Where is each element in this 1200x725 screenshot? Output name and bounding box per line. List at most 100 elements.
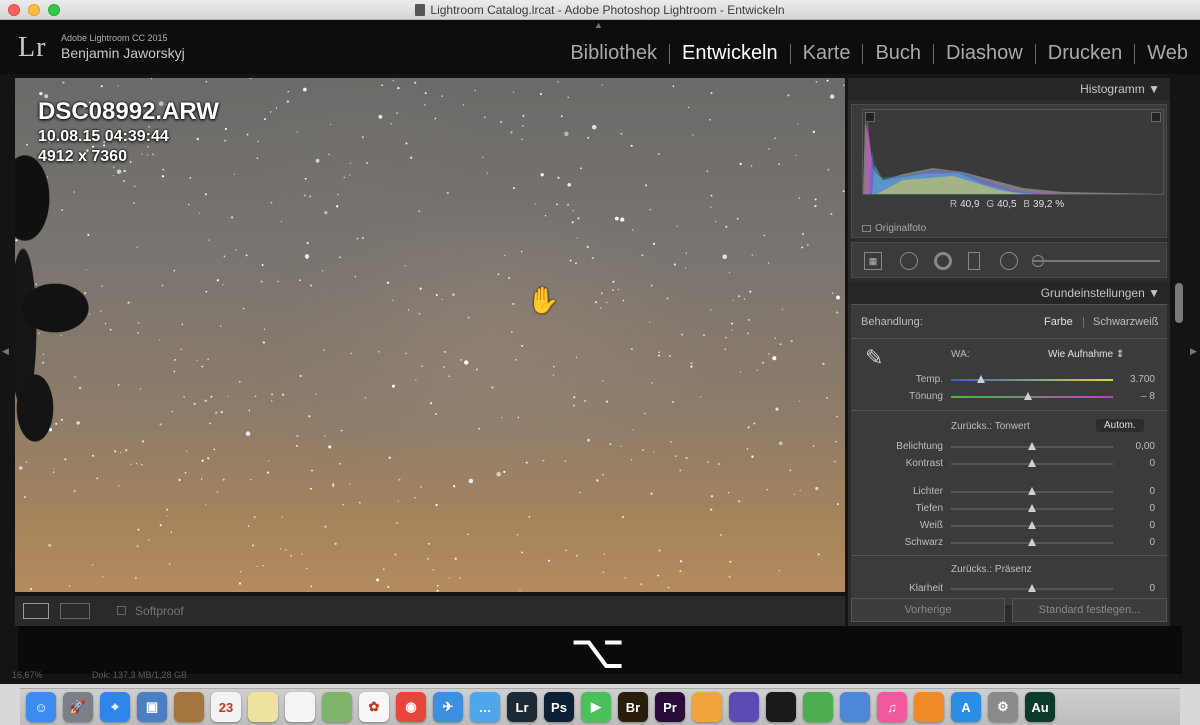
histogram-curves (863, 115, 1163, 194)
finder-icon[interactable]: ☺ (26, 692, 56, 722)
temp-slider-row: Temp. 3.700 (915, 374, 1155, 385)
temp-track[interactable] (951, 379, 1113, 381)
chrome-icon[interactable]: ◉ (396, 692, 426, 722)
zoom-level: 16,67% (12, 670, 43, 680)
histogram-graph (862, 109, 1164, 195)
tint-slider-thumb[interactable] (1024, 392, 1032, 400)
product-name: Adobe Lightroom CC 2015 (61, 33, 168, 43)
numbers-icon[interactable] (803, 692, 833, 722)
premiere-icon[interactable]: Pr (655, 692, 685, 722)
module-print[interactable]: Drucken (1036, 42, 1134, 65)
photo-info-overlay: DSC08992.ARW 10.08.15 04:39:44 4912 x 73… (38, 98, 219, 166)
basic-header[interactable]: Grundeinstellungen ▼ (848, 282, 1170, 304)
treatment-bw-option[interactable]: Schwarzweiß (1093, 316, 1158, 328)
hand-cursor-icon: ✋ (527, 285, 560, 315)
document-icon (415, 4, 426, 16)
module-book[interactable]: Buch (863, 42, 933, 65)
left-panel-toggle-icon[interactable]: ◀ (2, 346, 9, 357)
photoshop-icon[interactable]: Ps (544, 692, 574, 722)
messages-icon[interactable]: … (470, 692, 500, 722)
fcp-icon[interactable] (766, 692, 796, 722)
shadow-clipping-icon[interactable] (865, 112, 875, 122)
module-picker: Bibliothek Entwickeln Karte Buch Diashow… (558, 42, 1200, 65)
appstore-icon[interactable]: A (951, 692, 981, 722)
shadows-slider-thumb[interactable] (1028, 504, 1036, 512)
lightroom-icon[interactable]: Lr (507, 692, 537, 722)
module-library[interactable]: Bibliothek (558, 42, 669, 65)
red-eye-icon[interactable] (934, 252, 952, 270)
module-map[interactable]: Karte (791, 42, 863, 65)
radial-filter-icon[interactable] (1000, 252, 1018, 270)
softproof-checkbox[interactable] (117, 606, 126, 615)
launchpad-icon[interactable]: 🚀 (63, 692, 93, 722)
right-panel-toggle-icon[interactable]: ▶ (1190, 346, 1197, 357)
imovie-icon[interactable] (729, 692, 759, 722)
temp-slider-thumb[interactable] (977, 375, 985, 383)
audition-icon[interactable]: Au (1025, 692, 1055, 722)
user-name[interactable]: Benjamin Jaworskyj (61, 45, 185, 61)
stickies-icon[interactable] (248, 692, 278, 722)
treatment-row: Behandlung: Farbe | Schwarzweiß (851, 304, 1167, 338)
photos-icon[interactable]: ✿ (359, 692, 389, 722)
module-slideshow[interactable]: Diashow (934, 42, 1035, 65)
treatment-color-option[interactable]: Farbe (1044, 316, 1073, 328)
graduated-filter-icon[interactable] (968, 252, 980, 270)
original-photo-checkbox[interactable] (862, 225, 871, 232)
original-photo-toggle[interactable]: Originalfoto (862, 223, 926, 234)
keynote-icon[interactable] (840, 692, 870, 722)
pages-icon[interactable] (692, 692, 722, 722)
right-panel-scrollbar[interactable] (1175, 283, 1183, 323)
minimize-window-button[interactable] (28, 4, 40, 16)
presence-reset-button[interactable]: Zurücks.: Präsenz (951, 564, 1032, 575)
exposure-slider-thumb[interactable] (1028, 442, 1036, 450)
notes-brown-icon[interactable] (174, 692, 204, 722)
histogram-header[interactable]: Histogramm ▼ (848, 78, 1170, 100)
photo-datetime: 10.08.15 04:39:44 (38, 128, 169, 145)
preview-icon[interactable]: ▣ (137, 692, 167, 722)
wb-dropdown[interactable]: Wie Aufnahme ⇕ (1048, 349, 1124, 360)
right-panel: Histogramm ▼ R 40,9 G 40,5 B 39,2 % Origina… (848, 78, 1170, 630)
close-window-button[interactable] (8, 4, 20, 16)
clarity-slider-thumb[interactable] (1028, 584, 1036, 592)
whites-slider-row: Weiß 0 (919, 520, 1155, 531)
module-web[interactable]: Web (1135, 42, 1200, 65)
facetime-icon[interactable]: ▶ (581, 692, 611, 722)
module-develop[interactable]: Entwickeln (670, 42, 790, 65)
photo-canvas[interactable]: DSC08992.ARW 10.08.15 04:39:44 4912 x 73… (15, 78, 845, 592)
tint-track[interactable] (951, 396, 1113, 398)
whites-slider-thumb[interactable] (1028, 521, 1036, 529)
system-prefs-icon[interactable]: ⚙ (988, 692, 1018, 722)
contrast-slider-thumb[interactable] (1028, 459, 1036, 467)
wb-label: WA: (951, 349, 970, 360)
status-bar: 16,67% Dok: 137,3 MB/1,28 GB (0, 666, 1200, 688)
ibooks-icon[interactable] (914, 692, 944, 722)
top-panel-toggle-icon[interactable]: ▲ (594, 20, 603, 30)
previous-button[interactable]: Vorherige (851, 598, 1005, 622)
softproof-label: Softproof (135, 604, 184, 618)
tone-reset-button[interactable]: Zurücks.: Tonwert (951, 421, 1030, 432)
bridge-icon[interactable]: Br (618, 692, 648, 722)
before-after-icon[interactable] (60, 603, 90, 619)
eyedropper-icon[interactable]: ✎ (865, 345, 883, 371)
crop-overlay-icon[interactable]: ▦ (864, 252, 882, 270)
spot-removal-icon[interactable] (900, 252, 918, 270)
itunes-icon[interactable]: ♫ (877, 692, 907, 722)
histogram-panel: R 40,9 G 40,5 B 39,2 % Originalfoto (851, 104, 1167, 238)
safari-icon[interactable]: ⌖ (100, 692, 130, 722)
auto-tone-button[interactable]: Autom. (1096, 419, 1144, 432)
loupe-view-icon[interactable] (23, 603, 49, 619)
tool-strip: ▦ (851, 242, 1167, 278)
mail-icon[interactable]: ✈ (433, 692, 463, 722)
blacks-slider-thumb[interactable] (1028, 538, 1036, 546)
set-default-button[interactable]: Standard festlegen... (1012, 598, 1167, 622)
maps-icon[interactable] (322, 692, 352, 722)
reminders-icon[interactable] (285, 692, 315, 722)
tool-slider[interactable] (1032, 260, 1160, 262)
zoom-window-button[interactable] (48, 4, 60, 16)
tint-slider-row: Tönung – 8 (909, 391, 1155, 402)
window-titlebar: Lightroom Catalog.lrcat - Adobe Photosho… (0, 0, 1200, 20)
calendar-icon[interactable]: 23 (211, 692, 241, 722)
highlight-clipping-icon[interactable] (1151, 112, 1161, 122)
highlights-slider-thumb[interactable] (1028, 487, 1036, 495)
shadows-slider-row: Tiefen 0 (915, 503, 1155, 514)
